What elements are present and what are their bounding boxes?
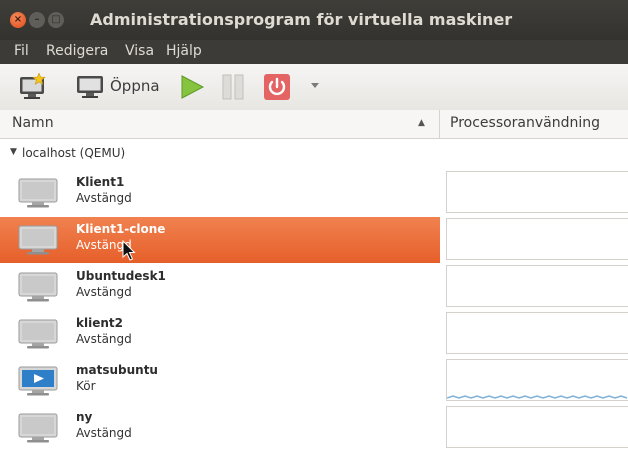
new-vm-icon <box>20 73 46 99</box>
menu-help[interactable]: Hjälp <box>166 43 202 59</box>
column-divider[interactable] <box>439 110 440 138</box>
cpu-usage-graph <box>446 265 628 307</box>
shutdown-button[interactable] <box>263 73 291 101</box>
monitor-icon <box>77 76 103 98</box>
table-header: Namn ▲ Processoranvändning <box>0 110 628 139</box>
cpu-usage-graph <box>446 406 628 448</box>
vm-row[interactable]: Ubuntudesk1 Avstängd <box>0 264 440 310</box>
cpu-usage-graph <box>446 359 628 401</box>
column-header-cpu[interactable]: Processoranvändning <box>450 115 600 131</box>
expander-icon[interactable]: ▼ <box>10 147 17 157</box>
open-button-label: Öppna <box>110 77 160 95</box>
maximize-window-button[interactable]: □ <box>48 12 64 28</box>
pause-button[interactable] <box>220 74 248 100</box>
vm-row[interactable]: klient2 Avstängd <box>0 311 440 357</box>
vm-stopped-icon <box>18 319 58 349</box>
vm-running-icon <box>18 366 58 396</box>
cpu-usage-graph <box>446 312 628 354</box>
window-title: Administrationsprogram för virtuella mas… <box>90 10 513 29</box>
open-button[interactable]: Öppna <box>76 73 160 99</box>
connection-label: localhost (QEMU) <box>22 146 126 160</box>
title-bar: × – □ Administrationsprogram för virtuel… <box>0 0 628 40</box>
vm-stopped-icon <box>18 413 58 443</box>
vm-status: Avstängd <box>76 332 132 346</box>
connection-group[interactable]: ▼ localhost (QEMU) <box>0 142 440 164</box>
vm-row[interactable]: ny Avstängd <box>0 405 440 451</box>
chevron-down-icon <box>311 83 319 88</box>
toolbar: Öppna <box>0 64 628 111</box>
vm-name: Klient1-clone <box>76 222 166 236</box>
vm-stopped-icon <box>18 272 58 302</box>
play-icon <box>181 75 205 99</box>
pause-icon <box>222 74 244 100</box>
power-icon <box>264 74 290 100</box>
menu-view[interactable]: Visa <box>125 43 154 59</box>
vm-status: Avstängd <box>76 426 132 440</box>
mouse-pointer-icon <box>122 240 136 261</box>
vm-row[interactable]: Klient1 Avstängd <box>0 170 440 216</box>
minimize-window-button[interactable]: – <box>29 12 45 28</box>
cpu-usage-graph <box>446 171 628 213</box>
menu-file[interactable]: Fil <box>14 43 29 59</box>
vm-name: matsubuntu <box>76 363 158 377</box>
vm-name: klient2 <box>76 316 123 330</box>
sort-ascending-icon: ▲ <box>418 118 425 128</box>
cpu-usage-graph <box>446 218 628 260</box>
new-vm-button[interactable] <box>18 73 48 101</box>
close-icon: × <box>13 14 23 25</box>
vm-name: Ubuntudesk1 <box>76 269 166 283</box>
vm-status: Kör <box>76 379 96 393</box>
column-header-name[interactable]: Namn <box>12 115 54 131</box>
vm-status: Avstängd <box>76 191 132 205</box>
run-button[interactable] <box>178 74 206 100</box>
minimize-icon: – <box>34 14 40 25</box>
cpu-usage-line <box>447 395 628 399</box>
maximize-icon: □ <box>51 14 61 25</box>
vm-stopped-icon <box>18 225 58 255</box>
vm-name: Klient1 <box>76 175 125 189</box>
menu-edit[interactable]: Redigera <box>46 43 108 59</box>
vm-row[interactable]: Klient1-clone Avstängd <box>0 217 440 263</box>
vm-status: Avstängd <box>76 285 132 299</box>
shutdown-options-dropdown[interactable] <box>310 82 320 90</box>
close-window-button[interactable]: × <box>10 12 26 28</box>
vm-name: ny <box>76 410 93 424</box>
menu-bar: Fil Redigera Visa Hjälp <box>0 40 628 64</box>
vm-stopped-icon <box>18 178 58 208</box>
vm-row[interactable]: matsubuntu Kör <box>0 358 440 404</box>
